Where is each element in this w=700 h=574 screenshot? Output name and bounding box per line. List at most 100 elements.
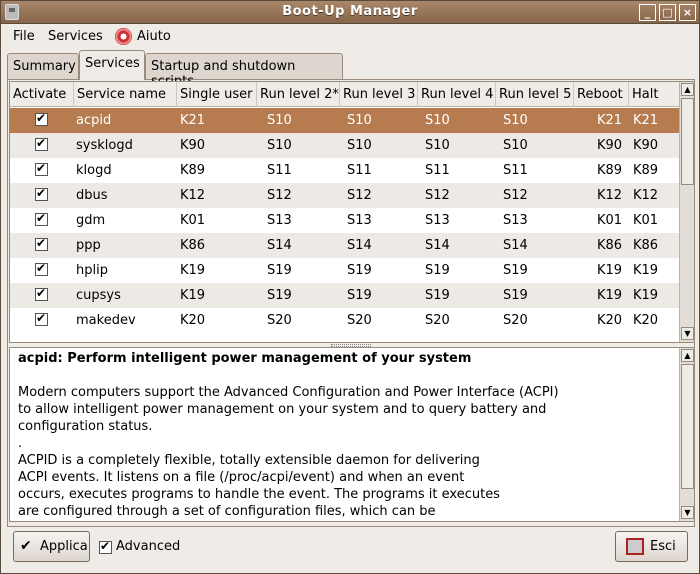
cell-single: K12 [180,188,206,203]
close-icon[interactable]: × [679,4,696,21]
description-scrollbar[interactable]: ▲ ▼ [679,348,694,521]
cell-rl4: S11 [425,163,450,178]
services-table[interactable]: Activate Service name Single user Run le… [9,81,695,343]
cell-rl5: S14 [503,238,528,253]
cell-reboot: K19 [597,288,623,303]
cell-name: gdm [76,213,106,228]
exit-label: Esci [650,539,676,554]
cell-rl4: S13 [425,213,450,228]
cell-rl4: S14 [425,238,450,253]
table-row[interactable]: sysklogd K90 S10 S10 S10 S10 K90 K90 [10,133,679,158]
scroll-down-icon[interactable]: ▼ [681,327,694,340]
cell-name: klogd [76,163,112,178]
cell-rl5: S10 [503,138,528,153]
window-title: Boot-Up Manager [282,4,418,19]
col-activate[interactable]: Activate [10,82,74,107]
help-lifebuoy-icon[interactable] [115,28,132,45]
scroll-down-icon[interactable]: ▼ [681,506,694,519]
description-line: configuration status. [18,419,153,434]
menu-services[interactable]: Services [48,29,103,44]
cell-rl2: S20 [267,313,292,328]
activate-checkbox[interactable] [35,186,48,201]
description-line: occurs, executes programs to handle the … [18,487,500,502]
col-service-name[interactable]: Service name [74,82,177,107]
col-reboot[interactable]: Reboot [574,82,629,107]
scroll-up-icon[interactable]: ▲ [681,349,694,362]
description-line [18,367,673,384]
cell-name: dbus [76,188,108,203]
col-single-user[interactable]: Single user [177,82,257,107]
tab-services[interactable]: Services [79,50,145,80]
maximize-icon[interactable]: □ [659,4,676,21]
col-halt[interactable]: Halt [629,82,679,107]
table-row[interactable]: ppp K86 S14 S14 S14 S14 K86 K86 [10,233,679,258]
title-bar[interactable]: Boot-Up Manager _ □ × [1,1,699,24]
cell-single: K90 [180,138,206,153]
cell-reboot: K90 [597,138,623,153]
cell-rl5: S20 [503,313,528,328]
scroll-thumb[interactable] [681,364,694,489]
table-row[interactable]: dbus K12 S12 S12 S12 S12 K12 K12 [10,183,679,208]
cell-halt: K86 [633,238,659,253]
description-heading: acpid: Perform intelligent power managem… [18,351,472,366]
table-row[interactable]: gdm K01 S13 S13 S13 S13 K01 K01 [10,208,679,233]
activate-checkbox[interactable] [35,136,48,151]
cell-rl2: S13 [267,213,292,228]
cell-reboot: K19 [597,263,623,278]
cell-rl3: S14 [347,238,372,253]
col-run-level-5[interactable]: Run level 5 [496,82,574,107]
cell-reboot: K20 [597,313,623,328]
activate-checkbox[interactable] [35,311,48,326]
apply-label: Applica [40,539,88,554]
description-line: ACPI events. It listens on a file (/proc… [18,470,465,485]
checkmark-icon: ✔ [20,538,32,554]
cell-name: makedev [76,313,136,328]
scroll-thumb[interactable] [681,98,694,185]
cell-single: K86 [180,238,206,253]
description-line: . [18,436,23,451]
col-run-level-3[interactable]: Run level 3 [340,82,418,107]
activate-checkbox[interactable] [35,286,48,301]
table-row[interactable]: acpid K21 S10 S10 S10 S10 K21 K21 [10,108,679,133]
table-row[interactable]: hplip K19 S19 S19 S19 S19 K19 K19 [10,258,679,283]
activate-checkbox[interactable] [35,236,48,251]
description-text: acpid: Perform intelligent power managem… [18,350,673,520]
cell-rl3: S19 [347,263,372,278]
menu-file[interactable]: File [13,29,35,44]
cell-rl4: S12 [425,188,450,203]
scroll-up-icon[interactable]: ▲ [681,83,694,96]
cell-rl2: S19 [267,263,292,278]
cell-single: K21 [180,113,206,128]
cell-name: sysklogd [76,138,133,153]
cell-name: ppp [76,238,101,253]
cell-halt: K19 [633,263,659,278]
advanced-checkbox[interactable] [99,539,112,554]
table-row[interactable]: klogd K89 S11 S11 S11 S11 K89 K89 [10,158,679,183]
tab-scripts[interactable]: Startup and shutdown scripts [145,53,343,89]
activate-checkbox[interactable] [35,211,48,226]
table-scrollbar[interactable]: ▲ ▼ [679,82,694,342]
cell-rl5: S13 [503,213,528,228]
col-run-level-4[interactable]: Run level 4 [418,82,496,107]
tab-summary[interactable]: Summary [7,53,79,79]
menu-help[interactable]: Aiuto [137,29,171,44]
exit-button[interactable]: Esci [615,531,688,562]
cell-rl3: S10 [347,138,372,153]
activate-checkbox[interactable] [35,261,48,276]
cell-single: K19 [180,288,206,303]
cell-rl5: S12 [503,188,528,203]
table-row[interactable]: makedev K20 S20 S20 S20 S20 K20 K20 [10,308,679,333]
advanced-label[interactable]: Advanced [116,539,180,554]
cell-single: K89 [180,163,206,178]
description-pane: acpid: Perform intelligent power managem… [9,347,695,522]
description-line: to allow intelligent power management on… [18,402,547,417]
table-row[interactable]: cupsys K19 S19 S19 S19 S19 K19 K19 [10,283,679,308]
cell-rl4: S19 [425,288,450,303]
col-run-level-2[interactable]: Run level 2* [257,82,340,107]
minimize-icon[interactable]: _ [639,4,656,21]
activate-checkbox[interactable] [35,111,48,126]
activate-checkbox[interactable] [35,161,48,176]
cell-rl5: S11 [503,163,528,178]
cell-single: K01 [180,213,206,228]
apply-button[interactable]: ✔ Applica [13,531,90,562]
